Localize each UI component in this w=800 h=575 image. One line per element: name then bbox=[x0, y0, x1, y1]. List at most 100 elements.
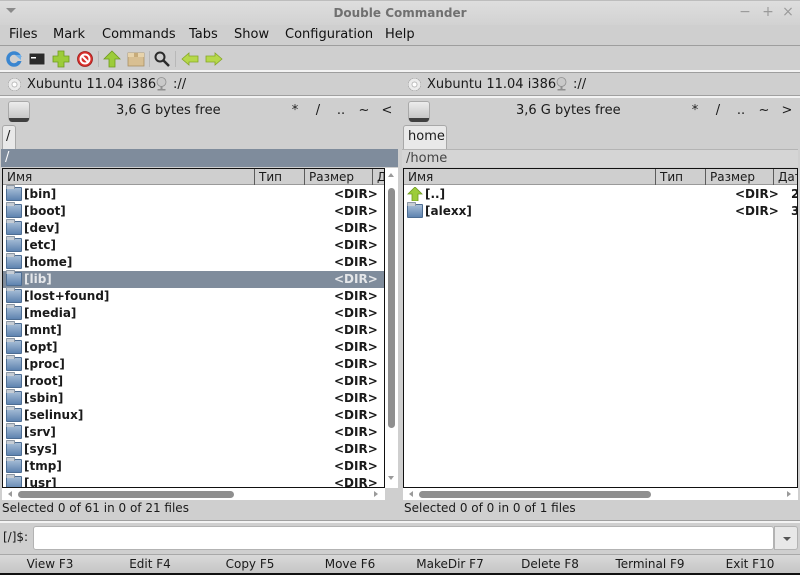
file-row[interactable]: [media] <DIR> bbox=[3, 304, 384, 322]
file-row[interactable]: [alexx] <DIR> 3 bbox=[404, 202, 797, 220]
exit-f10-button[interactable]: Exit F10 bbox=[700, 555, 800, 574]
menu-tabs[interactable]: Tabs bbox=[189, 27, 218, 42]
left-nav-copy-path[interactable]: < bbox=[381, 103, 393, 118]
parent-directory-icon bbox=[407, 187, 423, 201]
search-icon[interactable] bbox=[153, 50, 171, 68]
file-row[interactable]: [usr] <DIR> bbox=[3, 474, 384, 487]
scrollbar-thumb[interactable] bbox=[419, 491, 651, 498]
back-arrow-icon[interactable] bbox=[181, 50, 199, 68]
close-button[interactable]: × bbox=[780, 4, 796, 20]
file-row[interactable]: [opt] <DIR> bbox=[3, 338, 384, 356]
folder-icon bbox=[6, 372, 22, 388]
column-name[interactable]: Имя bbox=[404, 169, 656, 185]
scroll-right-icon[interactable] bbox=[787, 491, 791, 497]
folder-icon bbox=[6, 270, 22, 286]
left-nav-parent[interactable]: .. bbox=[335, 103, 347, 118]
column-size[interactable]: Размер bbox=[305, 169, 373, 185]
file-row[interactable]: [home] <DIR> bbox=[3, 253, 384, 271]
file-row[interactable]: [..] <DIR> 2 bbox=[404, 186, 797, 203]
file-row[interactable]: [bin] <DIR> bbox=[3, 185, 384, 203]
scrollbar-thumb[interactable] bbox=[388, 188, 395, 428]
left-nav-home[interactable]: ~ bbox=[358, 103, 370, 118]
scroll-up-icon[interactable] bbox=[388, 173, 394, 177]
view-f3-button[interactable]: View F3 bbox=[0, 555, 100, 574]
left-vertical-scrollbar[interactable] bbox=[385, 168, 398, 488]
move-f6-button[interactable]: Move F6 bbox=[300, 555, 400, 574]
delete-f8-button[interactable]: Delete F8 bbox=[500, 555, 600, 574]
menu-help[interactable]: Help bbox=[385, 27, 415, 42]
left-tab-root[interactable]: / bbox=[2, 125, 16, 149]
column-type[interactable]: Тип bbox=[255, 169, 305, 185]
menu-configuration[interactable]: Configuration bbox=[285, 27, 373, 42]
file-name: [srv] bbox=[24, 425, 56, 439]
go-up-icon[interactable] bbox=[103, 50, 121, 68]
right-path-bar[interactable]: /home bbox=[402, 149, 798, 167]
left-path-bar[interactable]: / bbox=[1, 149, 398, 167]
file-row[interactable]: [mnt] <DIR> bbox=[3, 321, 384, 339]
scroll-left-icon[interactable] bbox=[409, 491, 413, 497]
terminal-f9-button[interactable]: Terminal F9 bbox=[600, 555, 700, 574]
right-tab-home[interactable]: home bbox=[403, 125, 447, 149]
file-row[interactable]: [srv] <DIR> bbox=[3, 423, 384, 441]
column-size[interactable]: Размер bbox=[706, 169, 774, 185]
command-history-dropdown[interactable] bbox=[774, 526, 798, 550]
file-row[interactable]: [etc] <DIR> bbox=[3, 236, 384, 254]
right-file-list[interactable]: Имя Тип Размер Дат [..] <DIR> 2 [alexx] <DIR… bbox=[403, 168, 798, 488]
right-nav-home[interactable]: ~ bbox=[758, 103, 770, 118]
column-name[interactable]: Имя bbox=[3, 169, 255, 185]
left-drive-button[interactable]: Xubuntu 11.04 i386 bbox=[27, 77, 156, 92]
hard-drive-icon bbox=[8, 101, 30, 122]
right-drive-button[interactable]: Xubuntu 11.04 i386 bbox=[427, 77, 556, 92]
forward-arrow-icon[interactable] bbox=[205, 50, 223, 68]
makedir-f7-button[interactable]: MakeDir F7 bbox=[400, 555, 500, 574]
terminal-icon[interactable] bbox=[28, 50, 46, 68]
edit-f4-button[interactable]: Edit F4 bbox=[100, 555, 200, 574]
scroll-right-icon[interactable] bbox=[374, 491, 378, 497]
archive-box-icon[interactable] bbox=[127, 50, 145, 68]
add-icon[interactable] bbox=[52, 50, 70, 68]
cd-drive-icon[interactable] bbox=[408, 78, 421, 91]
file-row[interactable]: [selinux] <DIR> bbox=[3, 406, 384, 424]
file-row[interactable]: [root] <DIR> bbox=[3, 372, 384, 390]
column-type[interactable]: Тип bbox=[656, 169, 706, 185]
maximize-button[interactable]: + bbox=[760, 4, 776, 20]
file-row[interactable]: [proc] <DIR> bbox=[3, 355, 384, 373]
menu-files[interactable]: Files bbox=[9, 27, 38, 42]
scroll-down-icon[interactable] bbox=[388, 476, 394, 480]
file-row[interactable]: [lost+found] <DIR> bbox=[3, 287, 384, 305]
scroll-left-icon[interactable] bbox=[8, 491, 12, 497]
right-nav-root-all[interactable]: * bbox=[689, 103, 701, 118]
right-nav-root[interactable]: / bbox=[712, 103, 724, 118]
right-nav-copy-path[interactable]: > bbox=[781, 103, 793, 118]
file-row[interactable]: [sys] <DIR> bbox=[3, 440, 384, 458]
network-icon[interactable] bbox=[156, 77, 167, 91]
stop-icon[interactable] bbox=[76, 50, 94, 68]
column-date[interactable]: Д bbox=[373, 169, 384, 185]
left-horizontal-scrollbar[interactable] bbox=[2, 488, 385, 500]
copy-f5-button[interactable]: Copy F5 bbox=[200, 555, 300, 574]
cd-drive-icon[interactable] bbox=[8, 78, 21, 91]
scrollbar-thumb[interactable] bbox=[18, 491, 234, 498]
right-network-button[interactable]: :// bbox=[573, 77, 586, 92]
menu-mark[interactable]: Mark bbox=[53, 27, 85, 42]
column-date[interactable]: Дат bbox=[774, 169, 797, 185]
right-nav-parent[interactable]: .. bbox=[735, 103, 747, 118]
file-row[interactable]: [tmp] <DIR> bbox=[3, 457, 384, 475]
command-input[interactable] bbox=[33, 526, 774, 550]
left-nav-root[interactable]: / bbox=[312, 103, 324, 118]
menu-commands[interactable]: Commands bbox=[102, 27, 176, 42]
file-size: <DIR> bbox=[334, 289, 378, 303]
network-icon[interactable] bbox=[556, 77, 567, 91]
left-network-button[interactable]: :// bbox=[173, 77, 186, 92]
right-drive-bar: Xubuntu 11.04 i386 :// bbox=[400, 75, 800, 95]
left-nav-root-all[interactable]: * bbox=[289, 103, 301, 118]
file-row[interactable]: [lib] <DIR> bbox=[3, 270, 384, 288]
left-file-list[interactable]: Имя Тип Размер Д [bin]<DIR>[boot]<DIR>[d… bbox=[2, 168, 385, 488]
refresh-icon[interactable] bbox=[5, 50, 23, 68]
menu-show[interactable]: Show bbox=[234, 27, 269, 42]
file-row[interactable]: [dev] <DIR> bbox=[3, 219, 384, 237]
file-row[interactable]: [boot] <DIR> bbox=[3, 202, 384, 220]
file-row[interactable]: [sbin] <DIR> bbox=[3, 389, 384, 407]
right-horizontal-scrollbar[interactable] bbox=[403, 488, 798, 500]
minimize-button[interactable]: − bbox=[737, 4, 753, 20]
